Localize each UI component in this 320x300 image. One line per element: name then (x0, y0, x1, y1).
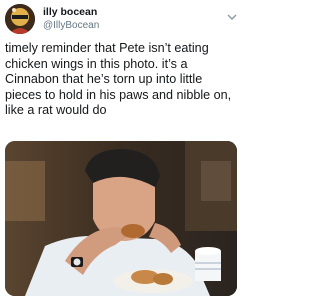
chevron-down-icon[interactable] (227, 8, 237, 20)
avatar[interactable] (5, 4, 35, 34)
tweet-text: timely reminder that Pete isn’t eating c… (5, 41, 232, 118)
avatar-image (5, 4, 35, 34)
tweet-photo[interactable] (5, 141, 237, 296)
display-name[interactable]: illy bocean (43, 6, 99, 19)
user-names: illy bocean @IllyBocean (43, 6, 99, 32)
user-handle[interactable]: @IllyBocean (43, 19, 99, 32)
photo-image (5, 141, 237, 296)
tweet-header: illy bocean @IllyBocean (5, 4, 237, 34)
